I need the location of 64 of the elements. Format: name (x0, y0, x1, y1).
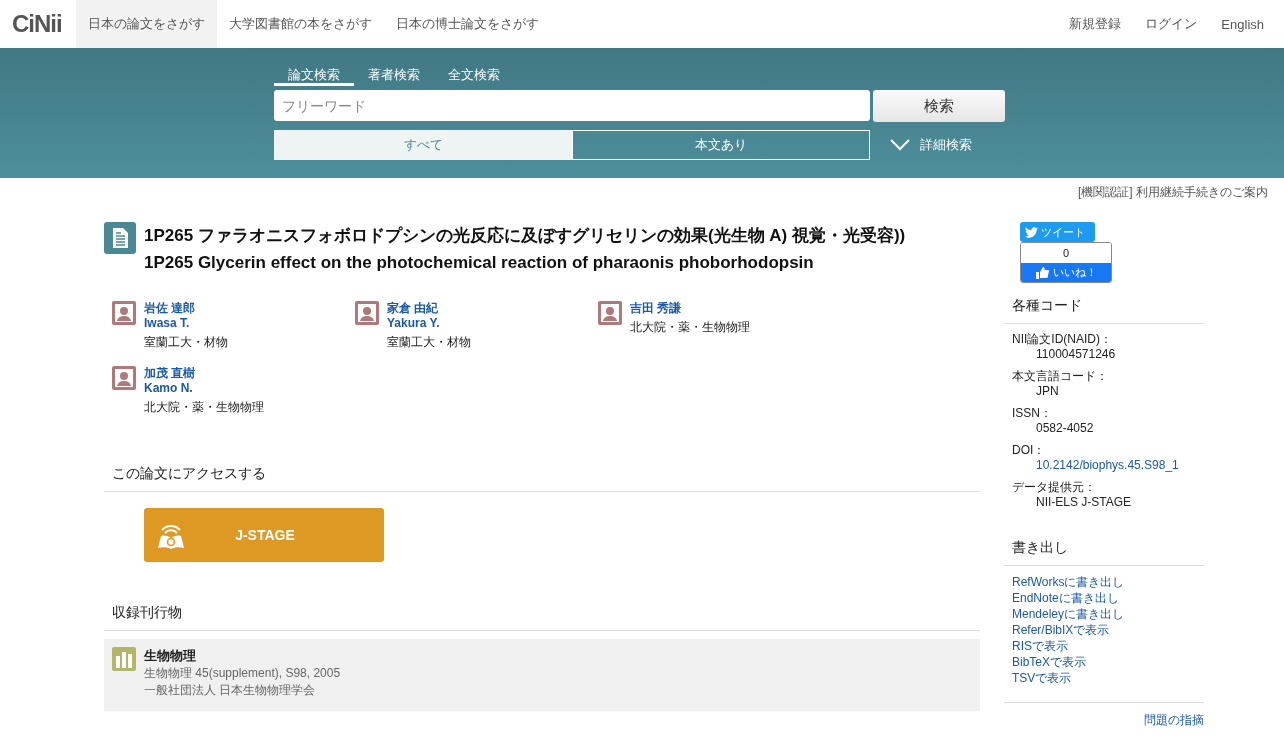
chevron-down-icon (890, 139, 910, 151)
export-link[interactable]: EndNoteに書き出し (1012, 590, 1196, 606)
title-japanese: 1P265 ファラオニスフォボロドプシンの光反応に及ぼすグリセリンの効果(光生物 A) 視覚・光受容)) (144, 225, 906, 247)
author-name[interactable]: 吉田 秀謙 (630, 301, 750, 316)
code-label: データ提供元： (1012, 480, 1097, 495)
doi-link[interactable]: 10.2142/biophys.45.S98_1 (1012, 458, 1196, 473)
notice-link[interactable]: [機関認証] 利用継続手続きのご案内 (0, 178, 1284, 204)
search-tab[interactable]: 著者検索 (354, 62, 434, 86)
nav-tab[interactable]: 日本の博士論文をさがす (383, 0, 551, 48)
code-label: DOI： (1012, 443, 1047, 458)
advanced-search-link[interactable]: 詳細検索 (890, 136, 972, 154)
code-label: 本文言語コード： (1012, 369, 1109, 384)
bar-chart-icon (112, 647, 136, 671)
nav-tab[interactable]: 日本の論文をさがす (75, 0, 217, 48)
cinii-logo[interactable]: CiNii (0, 0, 76, 48)
code-value: JPN (1035, 384, 1060, 399)
code-value: 110004571246 (1035, 347, 1117, 362)
author-affiliation: 室蘭工大・材物 (144, 335, 228, 350)
section-heading: この論文にアクセスする (104, 453, 980, 492)
author-affiliation: 北大院・薬・生物物理 (630, 320, 750, 335)
author-affiliation: 北大院・薬・生物物理 (144, 400, 264, 415)
header-link[interactable]: 新規登録 (1057, 0, 1134, 48)
export-link[interactable]: RISで表示 (1012, 638, 1196, 654)
bird-icon (1025, 226, 1038, 238)
export-link[interactable]: Refer/BibIXで表示 (1012, 622, 1196, 638)
export-link[interactable]: BibTeXで表示 (1012, 654, 1196, 670)
avatar-icon (598, 301, 622, 325)
code-value: 0582-4052 (1035, 421, 1095, 436)
header-link[interactable]: English (1209, 0, 1284, 48)
export-link[interactable]: Mendeleyに書き出し (1012, 606, 1196, 622)
author-name[interactable]: 家倉 由紀 (387, 301, 471, 316)
journal-publisher: 一般社団法人 日本生物物理学会 (144, 682, 317, 699)
author-name[interactable]: 岩佐 達郎 (144, 301, 228, 316)
author-affiliation: 室蘭工大・材物 (387, 335, 471, 350)
author-name-romanized[interactable]: Iwasa T. (144, 316, 228, 331)
author-name-romanized[interactable]: Kamo N. (144, 381, 264, 396)
filter-tab[interactable]: 本文あり (572, 130, 870, 160)
nav-tab[interactable]: 大学図書館の本をさがす (216, 0, 384, 48)
section-heading: 書き出し (1004, 525, 1204, 566)
code-label: NII論文ID(NAID)： (1012, 332, 1113, 347)
author-name[interactable]: 加茂 直樹 (144, 366, 264, 381)
avatar-icon (355, 301, 379, 325)
journal-title[interactable]: 生物物理 (144, 647, 341, 665)
like-button[interactable]: いいね！ (1021, 263, 1111, 282)
search-tab[interactable]: 論文検索 (274, 62, 354, 86)
avatar-icon (112, 301, 136, 325)
author-name-romanized[interactable]: Yakura Y. (387, 316, 471, 331)
header-link[interactable]: ログイン (1133, 0, 1210, 48)
search-button[interactable]: 検索 (873, 90, 1005, 122)
search-tab[interactable]: 全文検索 (434, 62, 514, 86)
section-heading: 収録刊行物 (104, 592, 980, 631)
journal-details: 生物物理 45(supplement), S98, 2005 (144, 665, 341, 682)
avatar-icon (112, 366, 136, 390)
export-link[interactable]: RefWorksに書き出し (1012, 574, 1196, 590)
document-icon (104, 222, 136, 254)
code-value: NII-ELS J-STAGE (1035, 495, 1133, 510)
code-label: ISSN： (1012, 406, 1053, 421)
thumbs-up-icon (1035, 266, 1049, 279)
export-link[interactable]: TSVで表示 (1012, 670, 1196, 686)
filter-tab[interactable]: すべて (274, 130, 572, 160)
section-heading: 各種コード (1004, 283, 1204, 324)
search-field[interactable]: フリーワード (274, 90, 870, 121)
report-link[interactable]: 問題の指摘 (1004, 703, 1204, 729)
title-english: 1P265 Glycerin effect on the photochemical reaction of pharaonis phoborhodopsin (144, 253, 815, 273)
